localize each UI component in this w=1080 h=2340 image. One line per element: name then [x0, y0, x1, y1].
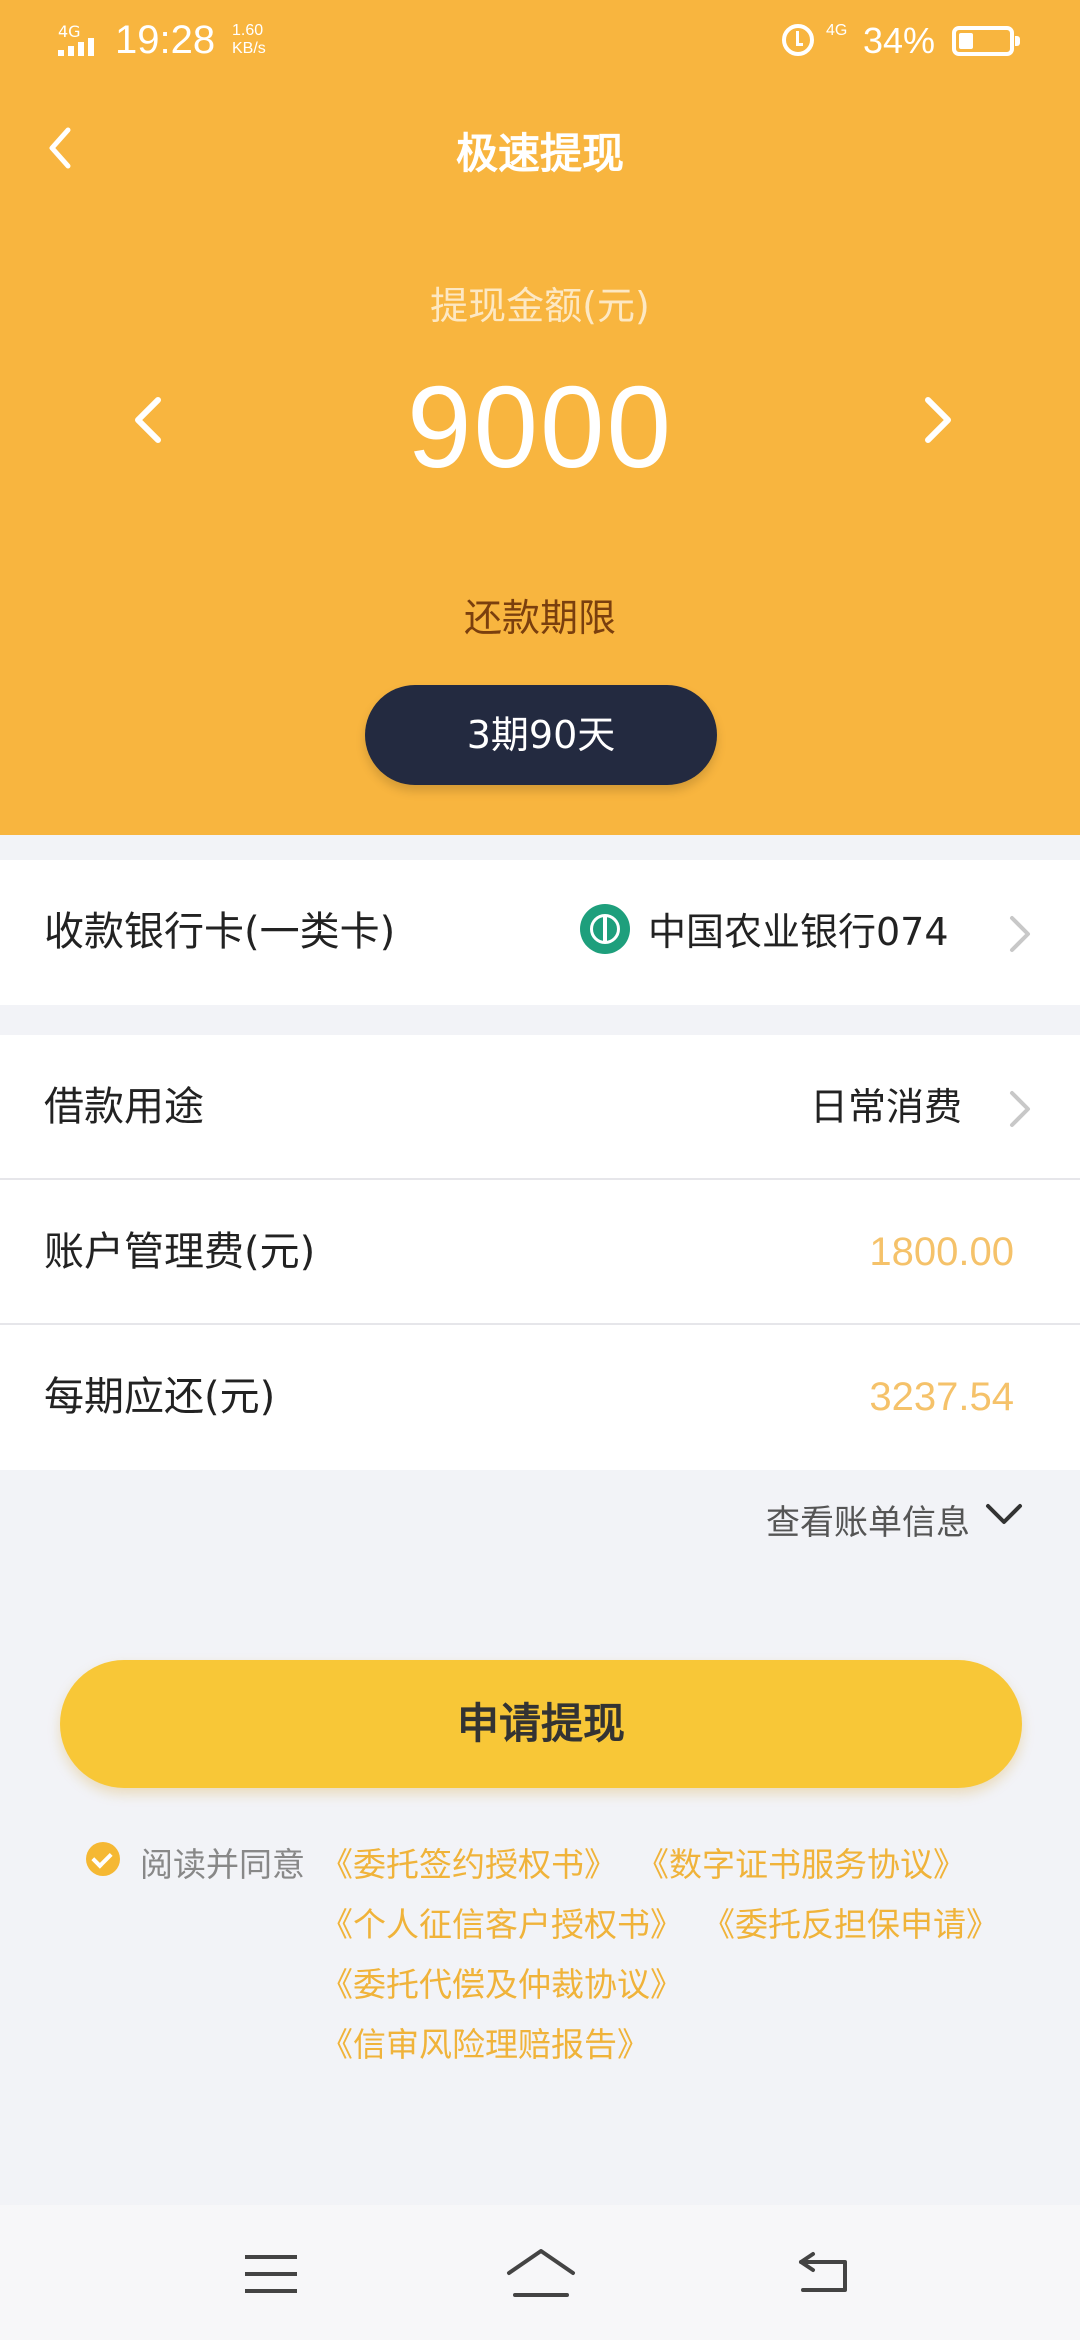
battery-percent: 34%: [863, 20, 936, 61]
bank-card-section: 收款银行卡(一类卡) 中国农业银行074: [0, 860, 1080, 1005]
system-nav-bar: [0, 2205, 1080, 2340]
menu-icon[interactable]: [245, 2255, 297, 2293]
network-label-2: 4G: [826, 22, 848, 39]
fee-value: 1800.00: [869, 1230, 1014, 1274]
back-nav-icon[interactable]: [795, 2250, 855, 2296]
fee-label: 账户管理费(元): [44, 1229, 316, 1275]
home-icon[interactable]: [505, 2247, 577, 2299]
chevron-down-icon[interactable]: [982, 1500, 1026, 1530]
header-panel: 4G 19:28 1.60 KB/s 4G 34% 极速提现 提现金额(元) 9…: [0, 0, 1080, 835]
signal-icon: [58, 38, 94, 56]
term-label: 还款期限: [463, 596, 616, 640]
installment-row: 每期应还(元) 3237.54: [0, 1325, 1080, 1470]
network-speed: 1.60 KB/s: [232, 22, 266, 58]
view-bill-link[interactable]: 查看账单信息: [766, 1495, 970, 1544]
bank-name: 中国农业银行074: [648, 910, 949, 954]
doc-link-3[interactable]: 《个人征信客户授权书》: [320, 1898, 683, 1946]
purpose-label: 借款用途: [44, 1084, 204, 1130]
doc-link-1[interactable]: 《委托签约授权书》: [320, 1838, 617, 1886]
bank-card-row[interactable]: 收款银行卡(一类卡) 中国农业银行074: [0, 860, 1080, 1005]
doc-link-4[interactable]: 《委托反担保申请》: [702, 1898, 999, 1946]
agree-prefix: 阅读并同意: [140, 1845, 305, 1884]
purpose-value: 日常消费: [809, 1085, 962, 1129]
doc-link-6[interactable]: 《信审风险理赔报告》: [320, 2018, 650, 2066]
status-bar: 4G 19:28 1.60 KB/s 4G 34%: [0, 0, 1080, 80]
speed-value: 1.60: [232, 22, 264, 39]
speed-unit: KB/s: [232, 40, 266, 57]
alarm-icon: [782, 24, 814, 56]
loan-details-section: 借款用途 日常消费 账户管理费(元) 1800.00 每期应还(元) 3237.…: [0, 1035, 1080, 1470]
abc-bank-icon: [580, 904, 630, 954]
doc-link-2[interactable]: 《数字证书服务协议》: [636, 1838, 966, 1886]
purpose-row[interactable]: 借款用途 日常消费: [0, 1035, 1080, 1180]
installment-value: 3237.54: [869, 1375, 1014, 1419]
installment-label: 每期应还(元): [44, 1374, 276, 1420]
increase-amount-icon[interactable]: [918, 390, 958, 450]
agree-checkbox[interactable]: [86, 1842, 120, 1876]
doc-link-5[interactable]: 《委托代偿及仲裁协议》: [320, 1958, 683, 2006]
amount-label: 提现金额(元): [430, 284, 650, 328]
apply-withdraw-button[interactable]: 申请提现: [60, 1660, 1022, 1788]
term-selector[interactable]: 3期90天: [365, 685, 717, 785]
bank-card-label: 收款银行卡(一类卡): [44, 909, 396, 955]
page-title: 极速提现: [455, 129, 624, 178]
battery-icon: [952, 26, 1020, 56]
chevron-right-icon: [1010, 1091, 1030, 1127]
status-time: 19:28: [115, 18, 216, 62]
fee-row: 账户管理费(元) 1800.00: [0, 1180, 1080, 1325]
chevron-right-icon: [1010, 916, 1030, 952]
